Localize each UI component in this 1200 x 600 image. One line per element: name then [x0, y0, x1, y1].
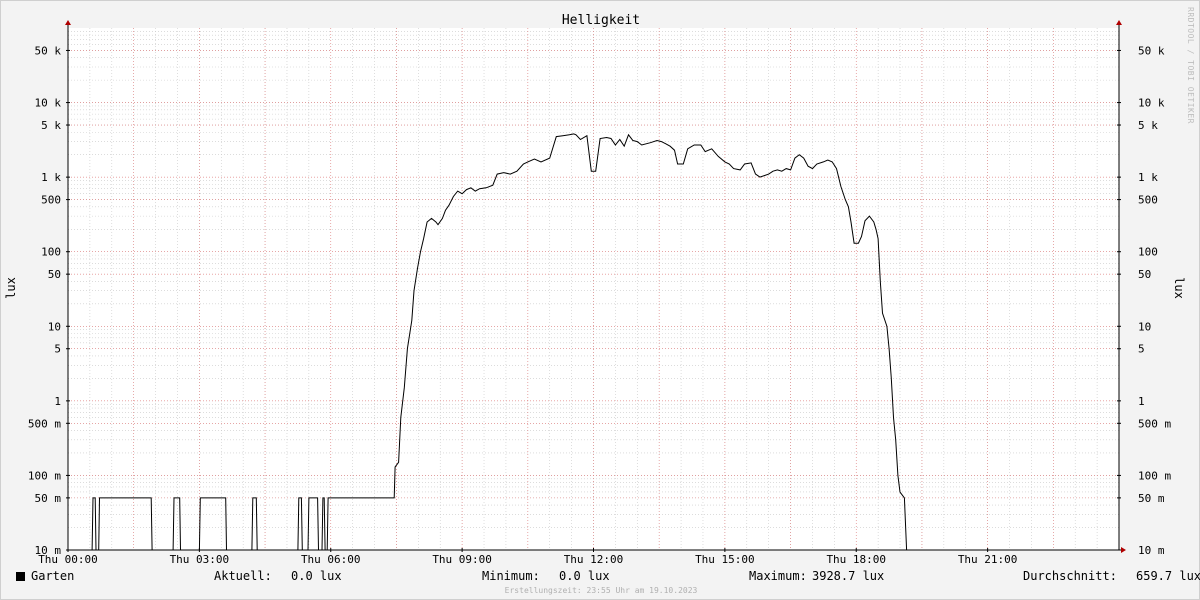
- y-tick-label-left: 100: [41, 246, 61, 259]
- minimum-label: Minimum:: [482, 569, 540, 583]
- y-tick-label-left: 10: [48, 320, 61, 333]
- legend-swatch: [16, 572, 25, 581]
- chart-title: Helligkeit: [562, 13, 640, 28]
- y-tick-label-left: 50 m: [35, 492, 62, 505]
- y-tick-label-right: 50: [1138, 268, 1151, 281]
- x-tick-label: Thu 21:00: [958, 553, 1018, 566]
- y-tick-label-right: 10 k: [1138, 97, 1165, 110]
- y-tick-label-left: 50: [48, 268, 61, 281]
- brightness-chart: 10 m 10 m50 m 50 m100 m 100 m500 m 500 m1 15 5…: [4, 13, 1186, 566]
- y-tick-label-right: 50 k: [1138, 44, 1165, 57]
- y-tick-label-right: 100 m: [1138, 469, 1171, 482]
- y-tick-label-left: 5 k: [41, 119, 61, 132]
- average-value: 659.7 lux: [1136, 569, 1200, 583]
- y-tick-label-left: 500 m: [28, 417, 61, 430]
- current-value: 0.0 lux: [291, 569, 342, 583]
- y-tick-label-left: 1 k: [41, 171, 61, 184]
- y-tick-label-right: 10 m: [1138, 544, 1165, 557]
- y-tick-label-right: 50 m: [1138, 492, 1165, 505]
- x-axis-arrow: [1121, 547, 1126, 553]
- y-tick-label-right: 5: [1138, 343, 1145, 356]
- y-tick-label-left: 100 m: [28, 469, 61, 482]
- x-tick-label: Thu 12:00: [564, 553, 624, 566]
- y-axis-label-left: lux: [4, 277, 18, 299]
- y-tick-label-right: 1 k: [1138, 171, 1158, 184]
- y-tick-label-left: 500: [41, 194, 61, 207]
- rrdtool-watermark: RRDTOOL / TOBI OETIKER: [1186, 7, 1195, 124]
- y-tick-label-right: 1: [1138, 395, 1145, 408]
- current-label: Aktuell:: [214, 569, 272, 583]
- legend-row: Garten Aktuell: 0.0 lux Minimum: 0.0 lux…: [1, 567, 1200, 585]
- creation-time-footer: Erstellungszeit: 23:55 Uhr am 19.10.2023: [504, 586, 698, 595]
- y-tick-label-right: 500 m: [1138, 417, 1171, 430]
- x-tick-label: Thu 00:00: [38, 553, 98, 566]
- average-label: Durchschnitt:: [1023, 569, 1117, 583]
- x-tick-label: Thu 09:00: [432, 553, 492, 566]
- y-tick-label-right: 500: [1138, 194, 1158, 207]
- y-tick-label-right: 100: [1138, 246, 1158, 259]
- maximum-value: 3928.7 lux: [812, 569, 885, 583]
- x-tick-label: Thu 06:00: [301, 553, 361, 566]
- maximum-label: Maximum:: [749, 569, 807, 583]
- y-axis-arrow-left: [65, 20, 71, 25]
- y-axis-label-right: lux: [1172, 277, 1186, 299]
- y-tick-label-right: 10: [1138, 320, 1151, 333]
- x-tick-label: Thu 18:00: [826, 553, 886, 566]
- x-tick-label: Thu 03:00: [170, 553, 230, 566]
- x-tick-label: Thu 15:00: [695, 553, 755, 566]
- y-tick-label-left: 50 k: [35, 44, 62, 57]
- minimum-value: 0.0 lux: [559, 569, 610, 583]
- y-tick-label-left: 5: [54, 343, 61, 356]
- y-tick-label-left: 10 k: [35, 97, 62, 110]
- y-axis-arrow-right: [1116, 20, 1122, 25]
- graph-frame: 10 m 10 m 50 m 50 m 100 m 100 m 500 m 500 m1155…: [0, 0, 1200, 600]
- legend-series-name: Garten: [31, 569, 75, 583]
- y-tick-label-right: 5 k: [1138, 119, 1158, 132]
- y-tick-label-left: 1: [54, 395, 61, 408]
